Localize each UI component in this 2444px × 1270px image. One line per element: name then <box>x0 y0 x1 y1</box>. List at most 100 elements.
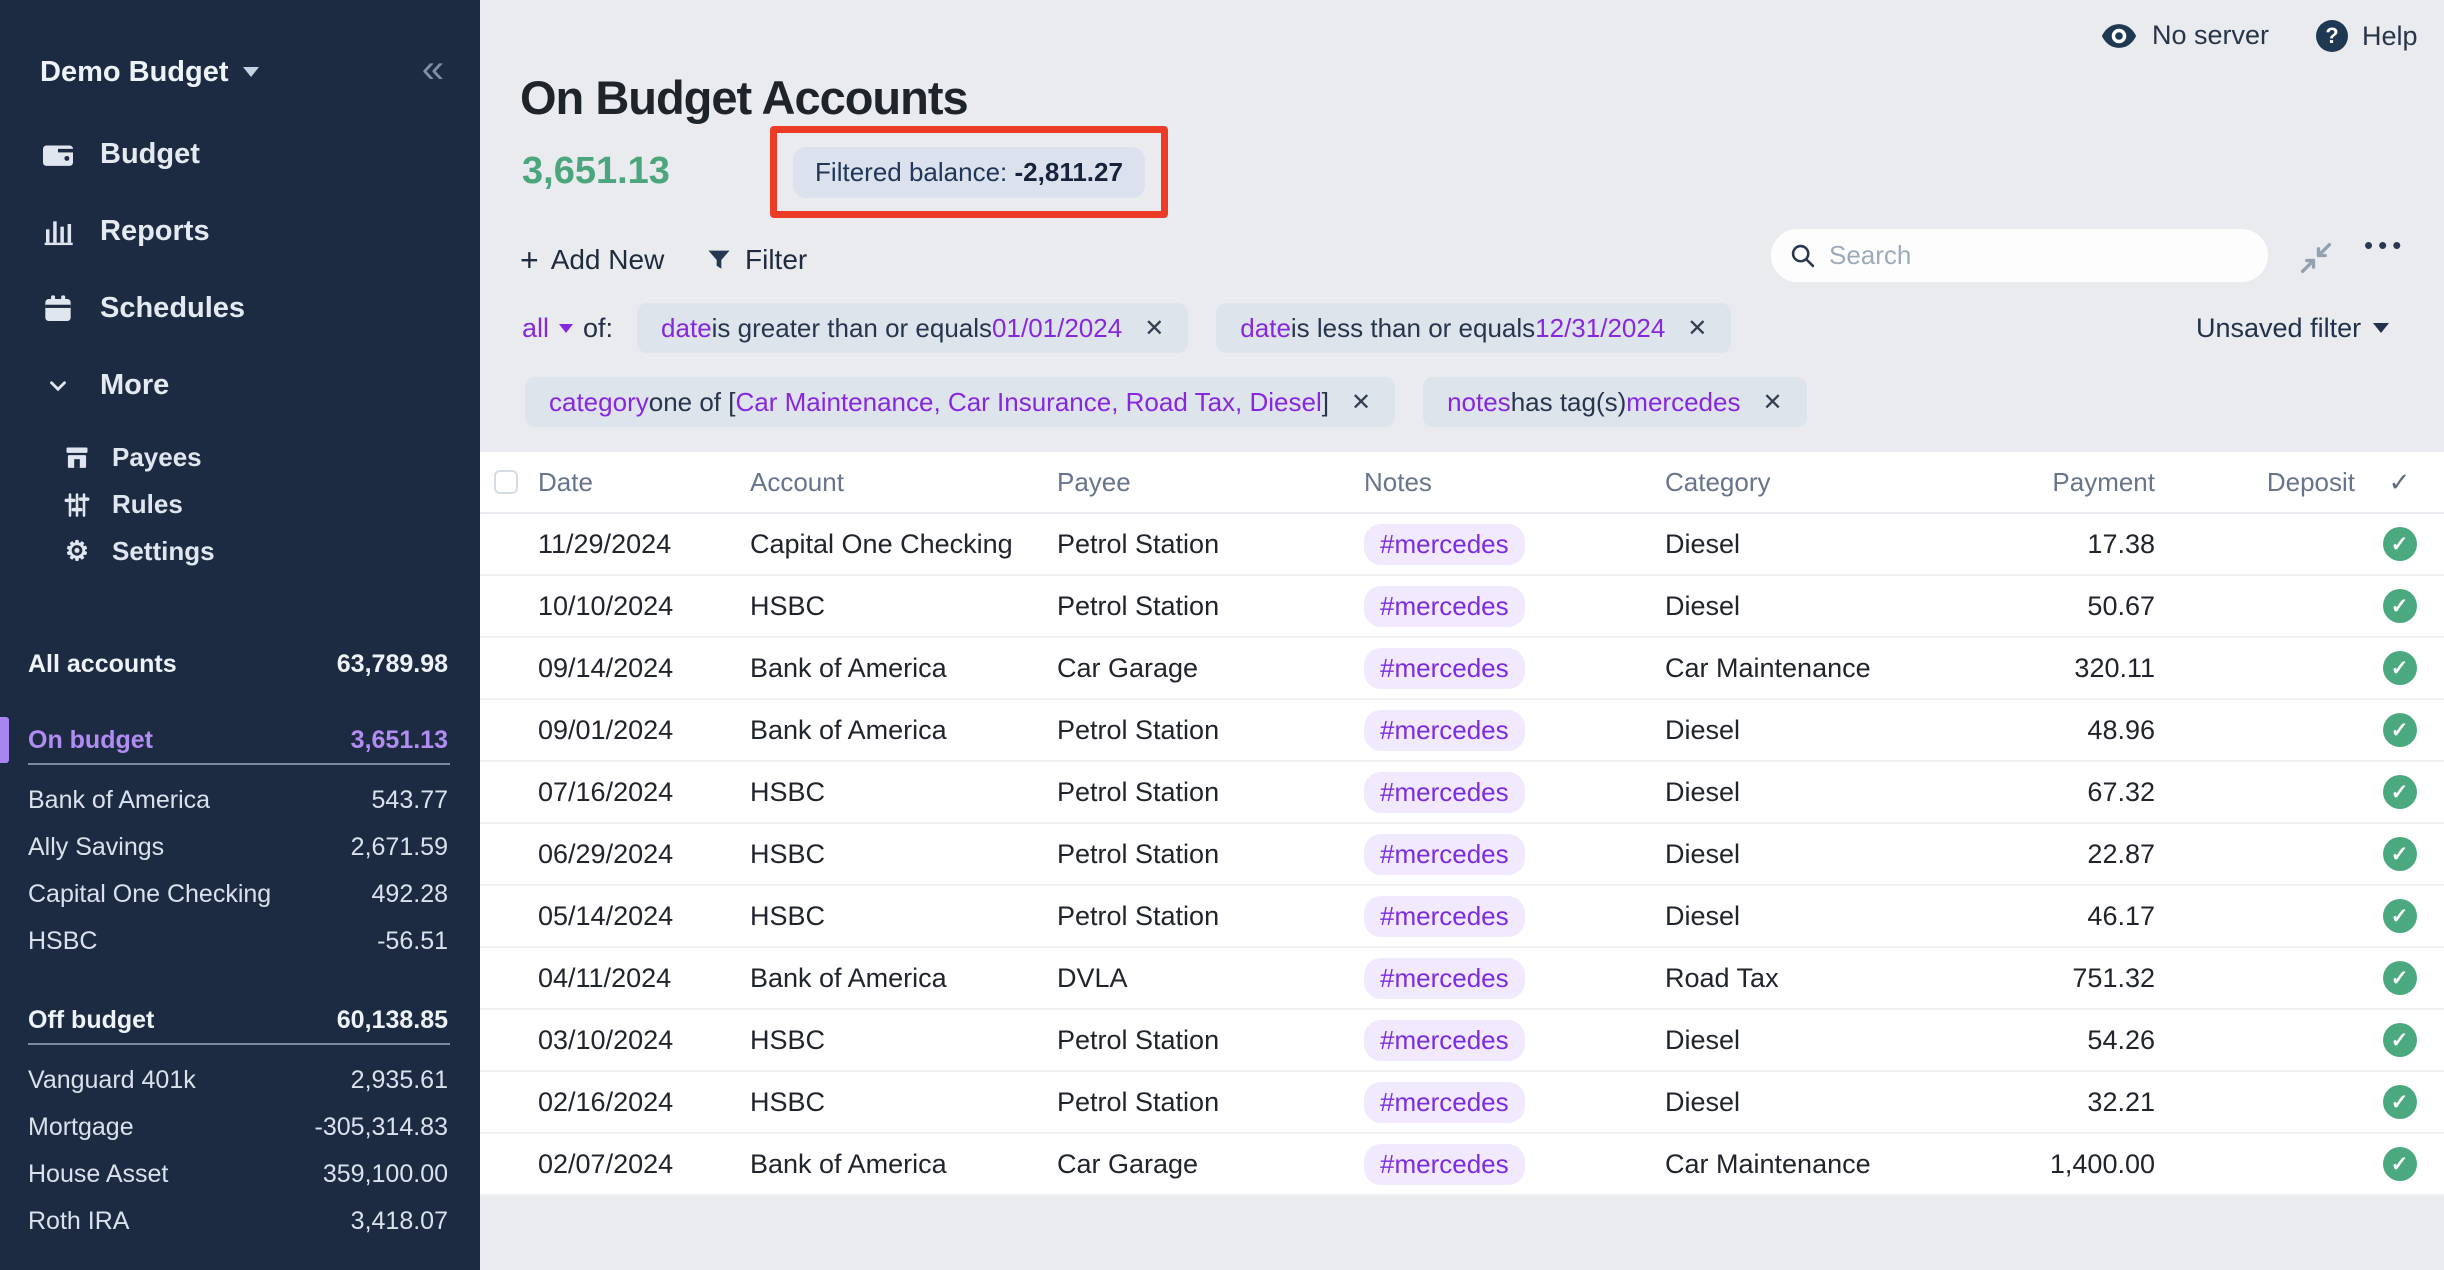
cell-account[interactable]: Bank of America <box>750 653 1057 684</box>
cleared-check-icon[interactable]: ✓ <box>2383 651 2417 685</box>
column-header-notes[interactable]: Notes <box>1364 467 1665 498</box>
cleared-check-icon[interactable]: ✓ <box>2383 775 2417 809</box>
cell-category[interactable]: Diesel <box>1665 715 1965 746</box>
cell-notes[interactable]: #mercedes <box>1364 1020 1665 1061</box>
cell-date[interactable]: 02/07/2024 <box>538 1149 750 1180</box>
sidebar-item-schedules[interactable]: Schedules <box>0 270 480 347</box>
cell-category[interactable]: Diesel <box>1665 901 1965 932</box>
on-budget-row[interactable]: On budget 3,651.13 <box>0 715 480 765</box>
cleared-check-icon[interactable]: ✓ <box>2383 837 2417 871</box>
select-all-checkbox[interactable] <box>494 470 518 494</box>
note-tag[interactable]: #mercedes <box>1364 586 1525 627</box>
condition-value[interactable]: 01/01/2024 <box>992 313 1122 344</box>
condition-op[interactable]: has tag(s) <box>1511 387 1627 418</box>
help-button[interactable]: ? Help <box>2316 20 2418 52</box>
cell-account[interactable]: HSBC <box>750 1087 1057 1118</box>
cell-payment[interactable]: 54.26 <box>1965 1025 2155 1056</box>
cell-payment[interactable]: 32.21 <box>1965 1087 2155 1118</box>
column-header-payment[interactable]: Payment <box>1965 467 2155 498</box>
transaction-row[interactable]: 06/29/2024 HSBC Petrol Station #mercedes… <box>480 824 2444 886</box>
match-value[interactable]: all <box>522 313 549 344</box>
cleared-check-icon[interactable]: ✓ <box>2383 527 2417 561</box>
remove-filter-icon[interactable]: ✕ <box>1687 314 1707 343</box>
condition-op[interactable]: one of [ <box>649 387 736 418</box>
cell-notes[interactable]: #mercedes <box>1364 524 1665 565</box>
cell-payment[interactable]: 48.96 <box>1965 715 2155 746</box>
transaction-row[interactable]: 10/10/2024 HSBC Petrol Station #mercedes… <box>480 576 2444 638</box>
cell-category[interactable]: Diesel <box>1665 591 1965 622</box>
cell-notes[interactable]: #mercedes <box>1364 958 1665 999</box>
transaction-row[interactable]: 03/10/2024 HSBC Petrol Station #mercedes… <box>480 1010 2444 1072</box>
cell-category[interactable]: Car Maintenance <box>1665 1149 1965 1180</box>
column-header-deposit[interactable]: Deposit <box>2155 467 2355 498</box>
cell-date[interactable]: 02/16/2024 <box>538 1087 750 1118</box>
cell-account[interactable]: Bank of America <box>750 715 1057 746</box>
cell-payee[interactable]: Petrol Station <box>1057 1025 1364 1056</box>
condition-field[interactable]: date <box>661 313 712 344</box>
cleared-check-icon[interactable]: ✓ <box>2383 899 2417 933</box>
cell-category[interactable]: Diesel <box>1665 1025 1965 1056</box>
account-row[interactable]: House Asset 359,100.00 <box>0 1151 480 1198</box>
account-balance-total[interactable]: 3,651.13 <box>522 150 670 193</box>
all-accounts-row[interactable]: All accounts 63,789.98 <box>0 639 480 689</box>
note-tag[interactable]: #mercedes <box>1364 524 1525 565</box>
account-row[interactable]: Mortgage -305,314.83 <box>0 1104 480 1151</box>
collapse-sidebar-icon[interactable]: « <box>422 49 444 89</box>
column-header-account[interactable]: Account <box>750 467 1057 498</box>
condition-field[interactable]: category <box>549 387 649 418</box>
cell-payee[interactable]: Petrol Station <box>1057 529 1364 560</box>
condition-value[interactable]: mercedes <box>1626 387 1740 418</box>
cleared-check-icon[interactable]: ✓ <box>2383 1023 2417 1057</box>
note-tag[interactable]: #mercedes <box>1364 1144 1525 1185</box>
cell-category[interactable]: Diesel <box>1665 529 1965 560</box>
cell-payment[interactable]: 17.38 <box>1965 529 2155 560</box>
cell-date[interactable]: 04/11/2024 <box>538 963 750 994</box>
condition-op[interactable]: is greater than or equals <box>712 313 992 344</box>
cell-payment[interactable]: 46.17 <box>1965 901 2155 932</box>
cell-notes[interactable]: #mercedes <box>1364 834 1665 875</box>
condition-field[interactable]: date <box>1240 313 1291 344</box>
note-tag[interactable]: #mercedes <box>1364 834 1525 875</box>
cell-account[interactable]: HSBC <box>750 901 1057 932</box>
cell-date[interactable]: 10/10/2024 <box>538 591 750 622</box>
sidebar-item-rules[interactable]: Rules <box>0 481 480 528</box>
sidebar-item-budget[interactable]: Budget <box>0 116 480 193</box>
cell-payee[interactable]: Petrol Station <box>1057 1087 1364 1118</box>
remove-filter-icon[interactable]: ✕ <box>1762 388 1782 417</box>
condition-value[interactable]: 12/31/2024 <box>1535 313 1665 344</box>
cell-account[interactable]: HSBC <box>750 1025 1057 1056</box>
filter-condition-category[interactable]: category one of [Car Maintenance, Car In… <box>525 377 1395 427</box>
cell-account[interactable]: Bank of America <box>750 1149 1057 1180</box>
note-tag[interactable]: #mercedes <box>1364 958 1525 999</box>
cell-account[interactable]: Capital One Checking <box>750 529 1057 560</box>
cell-payment[interactable]: 67.32 <box>1965 777 2155 808</box>
note-tag[interactable]: #mercedes <box>1364 648 1525 689</box>
filter-condition-notes[interactable]: notes has tag(s) mercedes ✕ <box>1423 377 1806 427</box>
transaction-row[interactable]: 09/01/2024 Bank of America Petrol Statio… <box>480 700 2444 762</box>
cell-notes[interactable]: #mercedes <box>1364 772 1665 813</box>
cell-payment[interactable]: 50.67 <box>1965 591 2155 622</box>
cleared-check-icon[interactable]: ✓ <box>2383 713 2417 747</box>
cell-account[interactable]: HSBC <box>750 591 1057 622</box>
cell-payee[interactable]: Petrol Station <box>1057 715 1364 746</box>
note-tag[interactable]: #mercedes <box>1364 1020 1525 1061</box>
add-new-button[interactable]: + Add New <box>520 238 664 282</box>
account-row[interactable]: Ally Savings 2,671.59 <box>0 824 480 871</box>
cell-notes[interactable]: #mercedes <box>1364 1144 1665 1185</box>
cell-payment[interactable]: 320.11 <box>1965 653 2155 684</box>
filter-condition-date-gte[interactable]: date is greater than or equals 01/01/202… <box>637 303 1188 353</box>
sidebar-item-more[interactable]: More <box>0 347 480 424</box>
sidebar-item-payees[interactable]: Payees <box>0 434 480 481</box>
cell-payee[interactable]: Petrol Station <box>1057 901 1364 932</box>
condition-op[interactable]: is less than or equals <box>1291 313 1535 344</box>
account-row[interactable]: HSBC -56.51 <box>0 918 480 965</box>
note-tag[interactable]: #mercedes <box>1364 1082 1525 1123</box>
transaction-row[interactable]: 05/14/2024 HSBC Petrol Station #mercedes… <box>480 886 2444 948</box>
off-budget-row[interactable]: Off budget 60,138.85 <box>0 995 480 1045</box>
filter-match-selector[interactable]: all of: <box>522 313 613 344</box>
cell-account[interactable]: HSBC <box>750 839 1057 870</box>
account-row[interactable]: Capital One Checking 492.28 <box>0 871 480 918</box>
cell-category[interactable]: Diesel <box>1665 839 1965 870</box>
cell-category[interactable]: Diesel <box>1665 1087 1965 1118</box>
cell-date[interactable]: 05/14/2024 <box>538 901 750 932</box>
